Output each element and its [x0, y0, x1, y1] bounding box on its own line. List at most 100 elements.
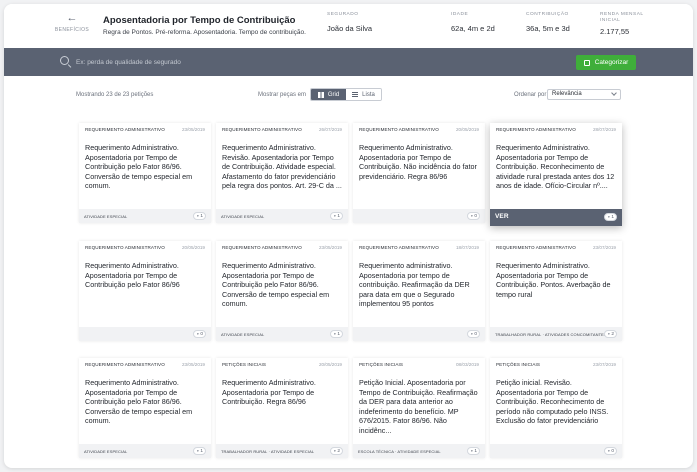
view-label: Mostrar peças em — [258, 92, 307, 98]
meta-label: IDADE — [451, 12, 469, 17]
card-type: REQUERIMENTO ADMINISTRATIVO — [496, 245, 576, 250]
meta-value: 62a, 4m e 2d — [451, 24, 495, 33]
card-link-count: ∘ 2 — [330, 447, 343, 455]
count-value: 1 — [337, 213, 340, 219]
sort-select[interactable]: Relevância — [547, 89, 621, 100]
card-header: REQUERIMENTO ADMINISTRATIVO 20/05/2019 — [85, 245, 205, 253]
view-list-button[interactable]: Lista — [346, 89, 381, 100]
petition-card-selected[interactable]: REQUERIMENTO ADMINISTRATIVO 28/07/2019 R… — [490, 123, 622, 226]
card-type: REQUERIMENTO ADMINISTRATIVO — [496, 127, 576, 132]
card-type: REQUERIMENTO ADMINISTRATIVO — [85, 127, 165, 132]
view-grid-button[interactable]: Grid — [311, 89, 346, 100]
view-button[interactable]: VER — [495, 213, 509, 220]
card-date: 20/05/2019 — [456, 127, 479, 132]
petition-card[interactable]: REQUERIMENTO ADMINISTRATIVO 23/05/2019 R… — [216, 241, 348, 341]
card-type: REQUERIMENTO ADMINISTRATIVO — [85, 362, 165, 367]
petition-card[interactable]: REQUERIMENTO ADMINISTRATIVO 20/05/2019 R… — [353, 123, 485, 223]
card-link-count: ∘ 0 — [467, 330, 480, 338]
meta-renda-mensal: RENDA MENSAL INICIAL 2.177,55 — [600, 12, 648, 36]
card-footer: ∘ 0 — [353, 209, 485, 223]
card-date: 23/07/2019 — [593, 245, 616, 250]
link-icon: ∘ — [470, 213, 474, 219]
meta-label: RENDA MENSAL INICIAL — [600, 12, 644, 23]
card-link-count: ∘ 1 — [193, 447, 206, 455]
card-date: 23/05/2019 — [319, 245, 342, 250]
link-icon: ∘ — [333, 331, 337, 337]
results-toolbar: Mostrando 23 de 23 petições Mostrar peça… — [4, 86, 693, 104]
card-body: Requerimento Administrativo. Aposentador… — [359, 143, 477, 181]
chevron-down-icon — [611, 90, 617, 96]
grid-label: Grid — [327, 91, 340, 98]
app-frame: ← BENEFÍCIOS Aposentadoria por Tempo de … — [4, 4, 693, 468]
results-count: Mostrando 23 de 23 petições — [76, 92, 154, 98]
card-body: Petição Inicial. Aposentadoria por Tempo… — [359, 378, 478, 435]
petition-card[interactable]: PETIÇÕES INICIAIS 08/03/2019 Petição Ini… — [353, 358, 485, 458]
link-icon: ∘ — [607, 214, 611, 220]
card-type: REQUERIMENTO ADMINISTRATIVO — [85, 245, 165, 250]
link-icon: ∘ — [607, 331, 611, 337]
card-footer: ∘ 0 — [353, 327, 485, 341]
petition-card[interactable]: REQUERIMENTO ADMINISTRATIVO 26/07/2019 R… — [216, 123, 348, 223]
arrow-left-icon: ← — [66, 12, 78, 24]
card-footer[interactable]: VER ∘ 1 — [490, 209, 622, 226]
link-icon: ∘ — [333, 448, 337, 454]
card-footer: ∘ 0 — [79, 327, 211, 341]
categorize-label: Categorizar — [594, 59, 629, 66]
petition-card[interactable]: PETIÇÕES INICIAIS 20/05/2019 Requeriment… — [216, 358, 348, 458]
link-icon: ∘ — [470, 448, 474, 454]
petition-card[interactable]: REQUERIMENTO ADMINISTRATIVO 23/07/2019 R… — [490, 241, 622, 341]
meta-value: 2.177,55 — [600, 27, 630, 36]
petition-card[interactable]: REQUERIMENTO ADMINISTRATIVO 20/05/2019 R… — [79, 241, 211, 341]
back-label: BENEFÍCIOS — [54, 27, 90, 33]
card-link-count: ∘ 1 — [330, 330, 343, 338]
categorize-button[interactable]: Categorizar — [576, 55, 636, 70]
meta-label: SEGURADO — [327, 12, 359, 17]
view-toggle: Grid Lista — [310, 88, 382, 101]
link-icon: ∘ — [333, 213, 337, 219]
card-date: 23/05/2019 — [182, 362, 205, 367]
card-body: Requerimento Administrativo. Aposentador… — [496, 143, 615, 191]
card-body: Requerimento Administrativo. Aposentador… — [496, 261, 611, 299]
card-footer: ∘ 0 — [490, 444, 622, 458]
petition-card[interactable]: PETIÇÕES INICIAIS 23/07/2019 Petição ini… — [490, 358, 622, 458]
card-type: REQUERIMENTO ADMINISTRATIVO — [222, 127, 302, 132]
card-header: REQUERIMENTO ADMINISTRATIVO 26/07/2019 — [222, 127, 342, 135]
card-body: Requerimento Administrativo. Aposentador… — [85, 378, 193, 426]
meta-segurado: SEGURADO João da Silva — [327, 12, 372, 33]
count-value: 1 — [611, 214, 614, 220]
meta-value: João da Silva — [327, 24, 373, 33]
link-icon: ∘ — [196, 331, 200, 337]
grid-icon — [317, 91, 324, 98]
card-header: PETIÇÕES INICIAIS 23/07/2019 — [496, 362, 616, 370]
link-icon: ∘ — [470, 331, 474, 337]
search-input[interactable] — [76, 55, 476, 69]
card-date: 20/05/2019 — [319, 362, 342, 367]
back-button[interactable]: ← BENEFÍCIOS — [52, 12, 92, 34]
card-body: Requerimento Administrativo. Aposentador… — [85, 143, 193, 191]
card-body: Requerimento administrativo. Aposentador… — [359, 261, 470, 309]
card-type: PETIÇÕES INICIAIS — [496, 362, 541, 367]
card-body: Petição inicial. Revisão. Aposentadoria … — [496, 378, 609, 426]
card-footer: TRABALHADOR RURAL · ATIVIDADE ESPECIAL ∘… — [216, 444, 348, 458]
card-tag: ATIVIDADE ESPECIAL — [221, 332, 265, 337]
card-header: REQUERIMENTO ADMINISTRATIVO 23/07/2019 — [496, 245, 616, 253]
card-type: PETIÇÕES INICIAIS — [222, 362, 267, 367]
card-footer: ATIVIDADE ESPECIAL ∘ 1 — [79, 209, 211, 223]
link-icon: ∘ — [607, 448, 611, 454]
card-type: REQUERIMENTO ADMINISTRATIVO — [359, 127, 439, 132]
card-tag: ATIVIDADE ESPECIAL — [84, 214, 128, 219]
card-link-count: ∘ 0 — [467, 212, 480, 220]
count-value: 2 — [337, 448, 340, 454]
card-footer: ATIVIDADE ESPECIAL ∘ 1 — [216, 209, 348, 223]
card-date: 18/07/2019 — [456, 245, 479, 250]
card-link-count: ∘ 1 — [467, 447, 480, 455]
card-date: 08/03/2019 — [456, 362, 479, 367]
card-header: REQUERIMENTO ADMINISTRATIVO 23/05/2019 — [85, 362, 205, 370]
petition-card[interactable]: REQUERIMENTO ADMINISTRATIVO 23/05/2019 R… — [79, 123, 211, 223]
card-header: REQUERIMENTO ADMINISTRATIVO 23/05/2019 — [85, 127, 205, 135]
sort-value: Relevância — [552, 91, 582, 97]
card-link-count: ∘ 0 — [604, 447, 617, 455]
petition-card[interactable]: REQUERIMENTO ADMINISTRATIVO 18/07/2019 R… — [353, 241, 485, 341]
petition-card[interactable]: REQUERIMENTO ADMINISTRATIVO 23/05/2019 R… — [79, 358, 211, 458]
count-value: 0 — [611, 448, 614, 454]
